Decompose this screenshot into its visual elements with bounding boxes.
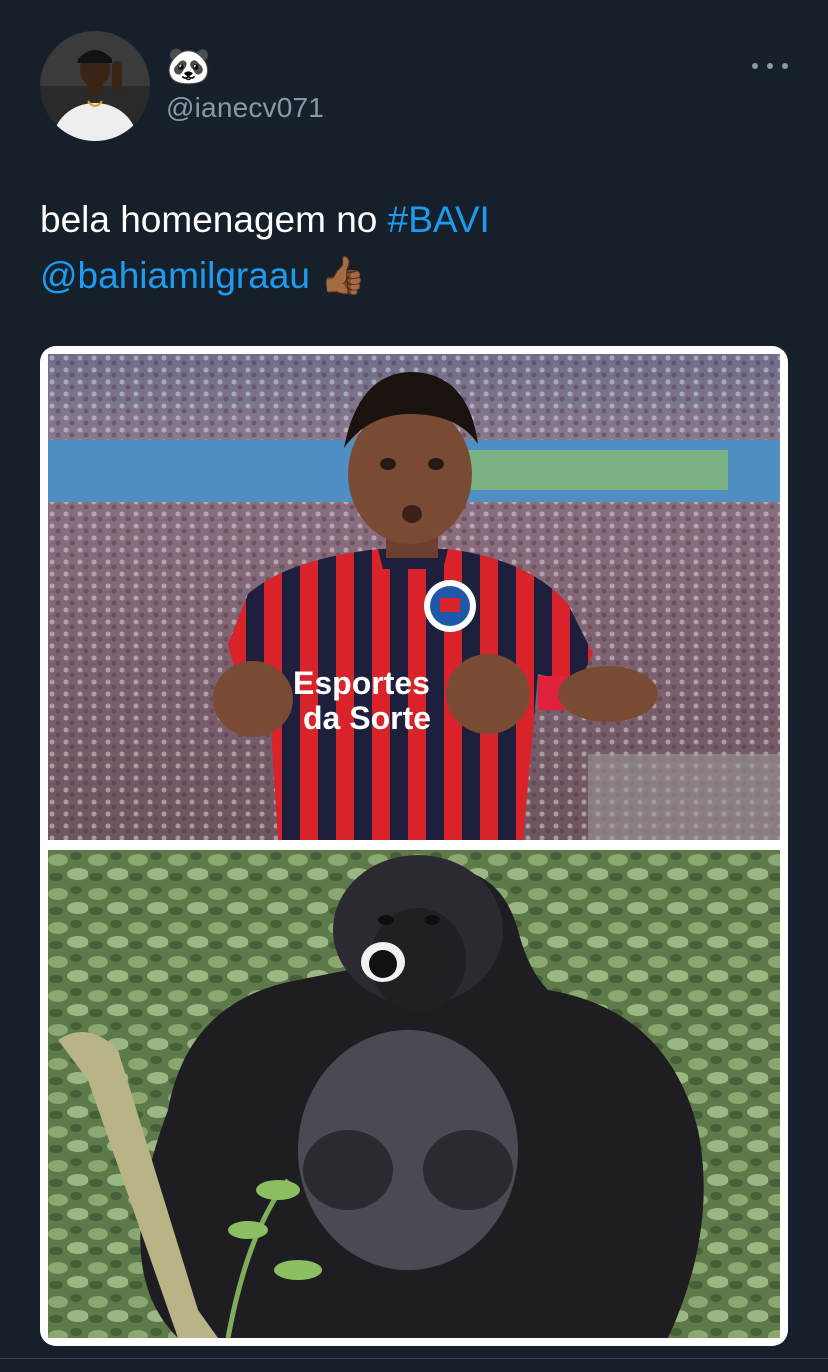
tweet-media[interactable]: Esportes da Sorte: [40, 346, 788, 1346]
mention-link[interactable]: @bahiamilgraau: [40, 255, 310, 296]
photo-footballer: Esportes da Sorte: [48, 354, 780, 840]
user-handle[interactable]: @ianecv071: [166, 92, 324, 124]
user-avatar-photo: [40, 31, 150, 141]
photo-gorilla: [48, 850, 780, 1338]
display-name[interactable]: 🐼: [166, 46, 211, 86]
jersey-sponsor-line1: Esportes: [293, 665, 430, 701]
more-options-icon[interactable]: [752, 56, 788, 76]
tweet-text-plain: bela homenagem no: [40, 199, 388, 240]
hashtag-link[interactable]: #BAVI: [388, 199, 490, 240]
media-photo-footballer[interactable]: Esportes da Sorte: [48, 354, 780, 840]
media-photo-gorilla[interactable]: [48, 850, 780, 1338]
tweet-text: bela homenagem no #BAVI @bahiamilgraau 👍…: [40, 192, 780, 304]
thumbs-up-emoji: 👍🏾: [320, 255, 367, 296]
jersey-sponsor-line2: da Sorte: [303, 700, 431, 736]
divider: [0, 1358, 828, 1359]
avatar[interactable]: [40, 31, 150, 141]
